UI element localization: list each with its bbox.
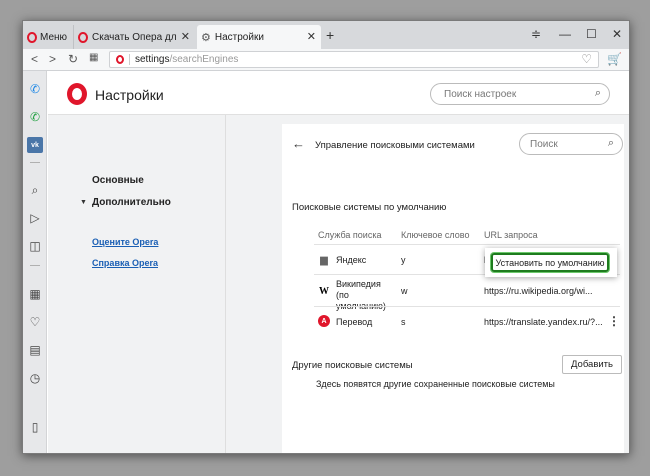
address-bar: < > ↻ ▦ settings/searchEngines ♡ 🛒: [23, 49, 629, 71]
context-menu: Установить по умолчанию: [485, 248, 617, 277]
column-header-service: Служба поиска: [318, 230, 382, 240]
engine-name: Перевод: [336, 317, 373, 327]
nav-basic[interactable]: Основные: [92, 175, 144, 186]
document-icon: ▆: [320, 254, 328, 266]
sidebar-toggle-icon[interactable]: ▯: [27, 419, 43, 435]
forward-icon[interactable]: >: [49, 52, 56, 66]
whatsapp-icon[interactable]: ✆: [27, 109, 43, 125]
help-link[interactable]: Справка Opera: [92, 258, 158, 268]
settings-search-input[interactable]: Поиск настроек ⌕: [430, 83, 610, 105]
minimize-icon[interactable]: —: [559, 27, 571, 41]
sidebar-divider: [30, 265, 40, 266]
engine-keyword: w: [401, 286, 408, 296]
news-icon[interactable]: ▤: [27, 342, 43, 358]
cart-icon[interactable]: 🛒: [607, 52, 622, 66]
play-icon[interactable]: ▷: [27, 210, 43, 226]
messenger-icon[interactable]: ✆: [27, 81, 43, 97]
page-title: Настройки: [95, 87, 164, 103]
menu-label: Меню: [40, 31, 68, 43]
settings-page: Настройки Поиск настроек ⌕ Основные ▼ До…: [48, 71, 629, 453]
column-header-url: URL запроса: [484, 230, 538, 240]
camera-icon[interactable]: ◫: [27, 238, 43, 254]
menu-button[interactable]: Меню: [25, 25, 73, 49]
translate-icon: A: [318, 315, 330, 327]
settings-nav: Основные ▼ Дополнительно Оцените Opera С…: [48, 115, 226, 453]
sidebar: ✆ ✆ vk ⌕ ▷ ◫ ▦ ♡ ▤ ◷ ▯: [23, 71, 47, 453]
opera-url-icon: [116, 55, 124, 64]
other-engines-description: Здесь появятся другие сохраненные поиско…: [316, 379, 555, 389]
search-icon: ⌕: [607, 137, 614, 149]
history-icon[interactable]: ◷: [27, 370, 43, 386]
column-header-keyword: Ключевое слово: [401, 230, 470, 240]
speed-dial-icon[interactable]: ▦: [89, 52, 98, 63]
tab-menu-icon[interactable]: ≑: [531, 27, 541, 41]
gear-icon: ⚙: [201, 31, 211, 44]
tab-bar: Меню Скачать Опера для комп ✕ ⚙ Настройк…: [23, 21, 629, 49]
engine-url: https://translate.yandex.ru/?...: [484, 317, 603, 327]
set-default-button[interactable]: Установить по умолчанию: [491, 253, 609, 272]
sidebar-divider: [30, 162, 40, 163]
opera-logo-icon: [67, 83, 87, 105]
search-placeholder: Поиск: [530, 138, 558, 150]
url-path: /searchEngines: [169, 54, 239, 65]
settings-header: Настройки Поиск настроек ⌕: [48, 71, 629, 115]
speed-dial-icon[interactable]: ▦: [27, 286, 43, 302]
bookmark-heart-icon[interactable]: ♡: [581, 52, 592, 66]
search-placeholder: Поиск настроек: [444, 88, 517, 100]
opera-logo-icon: [27, 31, 37, 43]
more-options-icon[interactable]: ⋮: [608, 314, 620, 328]
vk-icon[interactable]: vk: [27, 137, 43, 153]
search-icon: ⌕: [594, 87, 601, 99]
engine-keyword: у: [401, 255, 406, 265]
new-tab-icon[interactable]: +: [326, 27, 334, 43]
url-separator: [129, 54, 130, 65]
engine-url: https://ru.wikipedia.org/wi...: [484, 286, 593, 296]
close-tab-icon[interactable]: ✕: [307, 30, 316, 43]
tab-label: Скачать Опера для комп: [92, 31, 176, 43]
url-host: settings: [135, 54, 170, 65]
reload-icon[interactable]: ↻: [68, 52, 78, 66]
search-icon[interactable]: ⌕: [27, 182, 43, 198]
search-engines-panel: ← Управление поисковыми системами Поиск …: [282, 124, 624, 453]
wikipedia-icon: W: [319, 285, 329, 297]
nav-advanced[interactable]: Дополнительно: [92, 197, 171, 208]
expand-arrow-icon: ▼: [80, 199, 87, 206]
add-button[interactable]: Добавить: [562, 355, 622, 374]
tab-settings[interactable]: ⚙ Настройки ✕: [197, 25, 321, 49]
back-icon[interactable]: <: [31, 52, 38, 66]
rate-opera-link[interactable]: Оцените Opera: [92, 237, 158, 247]
engine-name: Яндекс: [336, 255, 367, 265]
table-row: W Википедия (по умолчанию) w https://ru.…: [314, 274, 620, 311]
engine-search-input[interactable]: Поиск ⌕: [519, 133, 623, 155]
back-arrow-icon[interactable]: ←: [292, 136, 305, 151]
engine-keyword: s: [401, 317, 406, 327]
default-engines-title: Поисковые системы по умолчанию: [292, 202, 447, 213]
browser-window: Меню Скачать Опера для комп ✕ ⚙ Настройк…: [22, 20, 630, 454]
table-row: A Перевод s https://translate.yandex.ru/…: [314, 306, 620, 336]
close-window-icon[interactable]: ✕: [612, 27, 622, 41]
maximize-icon[interactable]: ☐: [586, 27, 597, 41]
tab-download-opera[interactable]: Скачать Опера для комп ✕: [73, 25, 195, 49]
url-field[interactable]: settings/searchEngines ♡: [109, 51, 599, 68]
other-engines-title: Другие поисковые системы: [292, 360, 413, 371]
heart-icon[interactable]: ♡: [27, 314, 43, 330]
tab-label: Настройки: [214, 31, 264, 43]
opera-tab-icon: [78, 31, 88, 43]
panel-title: Управление поисковыми системами: [315, 140, 475, 151]
close-tab-icon[interactable]: ✕: [181, 30, 190, 43]
